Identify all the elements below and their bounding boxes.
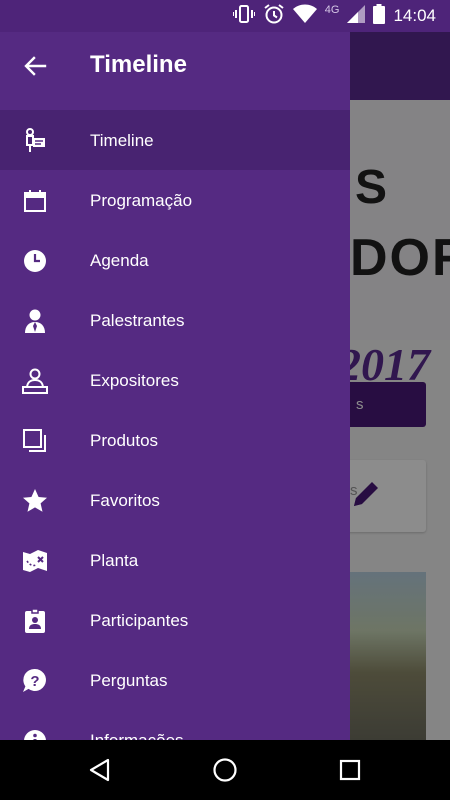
status-icons: 4G 14:04: [231, 3, 436, 30]
network-type: 4G: [324, 4, 340, 16]
menu-item-label: Palestrantes: [90, 311, 185, 330]
recents-nav-icon[interactable]: [336, 756, 364, 784]
menu-item-planta[interactable]: Planta: [0, 530, 350, 590]
timeline-icon: [22, 128, 48, 154]
menu-item-timeline[interactable]: Timeline: [0, 110, 350, 170]
menu-item-perguntas[interactable]: ? Perguntas: [0, 650, 350, 710]
drawer-header: Timeline: [0, 32, 350, 110]
menu-item-produtos[interactable]: Produtos: [0, 410, 350, 470]
products-icon: [22, 428, 48, 454]
alarm-icon: [263, 3, 285, 30]
menu-item-palestrantes[interactable]: Palestrantes: [0, 290, 350, 350]
battery-icon: [373, 3, 386, 29]
svg-text:?: ?: [30, 673, 39, 690]
menu-item-label: Agenda: [90, 251, 149, 270]
home-nav-icon[interactable]: [211, 756, 239, 784]
speaker-icon: [22, 308, 48, 334]
navigation-drawer: Timeline Timeline Programação Agenda Pal…: [0, 32, 350, 740]
menu-item-expositores[interactable]: Expositores: [0, 350, 350, 410]
menu-item-label: Informações: [90, 731, 184, 740]
menu-item-participantes[interactable]: Participantes: [0, 590, 350, 650]
menu-item-agenda[interactable]: Agenda: [0, 230, 350, 290]
star-icon: [22, 488, 48, 514]
menu-item-label: Expositores: [90, 371, 179, 390]
menu-item-label: Favoritos: [90, 491, 160, 510]
menu-item-favoritos[interactable]: Favoritos: [0, 470, 350, 530]
system-navigation-bar: [0, 740, 450, 800]
vibrate-icon: [231, 4, 256, 29]
drawer-title: Timeline: [90, 51, 187, 78]
back-nav-icon[interactable]: [86, 756, 114, 784]
back-arrow-icon[interactable]: [22, 53, 48, 79]
info-icon: [22, 728, 48, 740]
menu-item-label: Participantes: [90, 611, 189, 630]
question-icon: ?: [22, 668, 48, 694]
menu-item-label: Perguntas: [90, 671, 168, 690]
clock-icon: [22, 248, 48, 274]
badge-icon: [22, 608, 48, 634]
status-bar: 4G 14:04: [0, 0, 450, 32]
exhibitor-icon: [22, 368, 48, 394]
signal-icon: [347, 4, 366, 28]
menu-item-label: Timeline: [90, 131, 154, 150]
map-icon: [22, 548, 48, 574]
wifi-icon: [292, 4, 317, 29]
menu-item-label: Planta: [90, 551, 139, 570]
menu-item-label: Programação: [90, 191, 193, 210]
calendar-icon: [22, 188, 48, 214]
menu-item-informacoes[interactable]: Informações: [0, 710, 350, 740]
menu-item-label: Produtos: [90, 431, 159, 450]
status-time: 14:04: [393, 6, 436, 25]
menu-item-programacao[interactable]: Programação: [0, 170, 350, 230]
